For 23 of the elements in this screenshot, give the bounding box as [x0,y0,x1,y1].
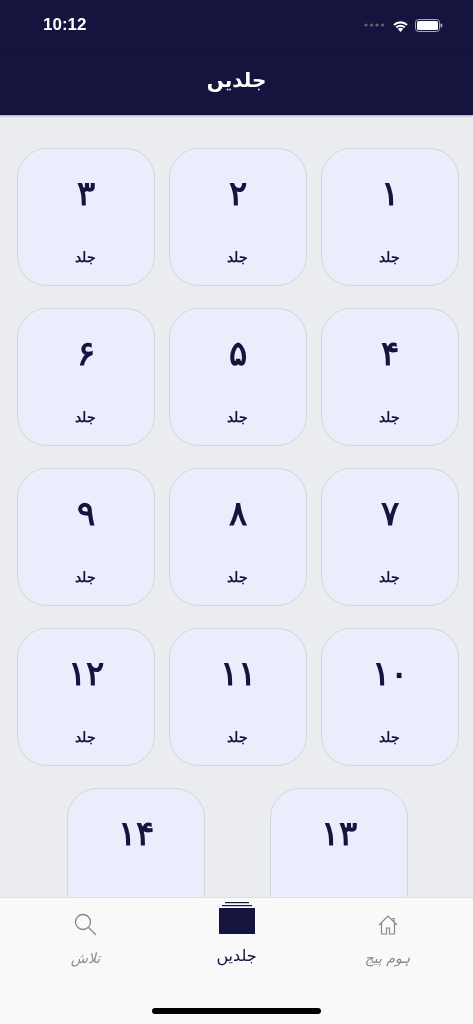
tab-item[interactable]: جلدیں [161,898,312,988]
volume-card[interactable]: ۱۰ جلد [320,628,459,766]
volume-card[interactable]: ۵ جلد [168,308,307,446]
wifi-icon [392,18,409,32]
volume-card[interactable]: ۱ جلد [320,148,459,286]
volume-card[interactable]: ۲ جلد [168,148,307,286]
volume-card[interactable]: ۶ جلد [16,308,155,446]
volume-card[interactable]: ۱۲ جلد [16,628,155,766]
screen-title: جلدیں [206,67,267,94]
status-time: 10:12 [43,15,87,35]
volume-card[interactable]: ۷ جلد [320,468,459,606]
volume-card[interactable]: ۸ جلد [168,468,307,606]
volume-card[interactable]: ۱۴ [67,788,205,897]
signal-icon [364,23,386,27]
volume-card[interactable]: ۳ جلد [16,148,155,286]
home-icon [376,914,399,936]
volume-card[interactable]: ۴ جلد [320,308,459,446]
volume-card[interactable]: ۱۳ [270,788,408,897]
search-icon [74,913,97,936]
books-icon [218,902,255,934]
volume-card[interactable]: ۹ جلد [16,468,155,606]
volume-card[interactable]: ۱۱ جلد [168,628,307,766]
battery-icon [415,18,443,32]
